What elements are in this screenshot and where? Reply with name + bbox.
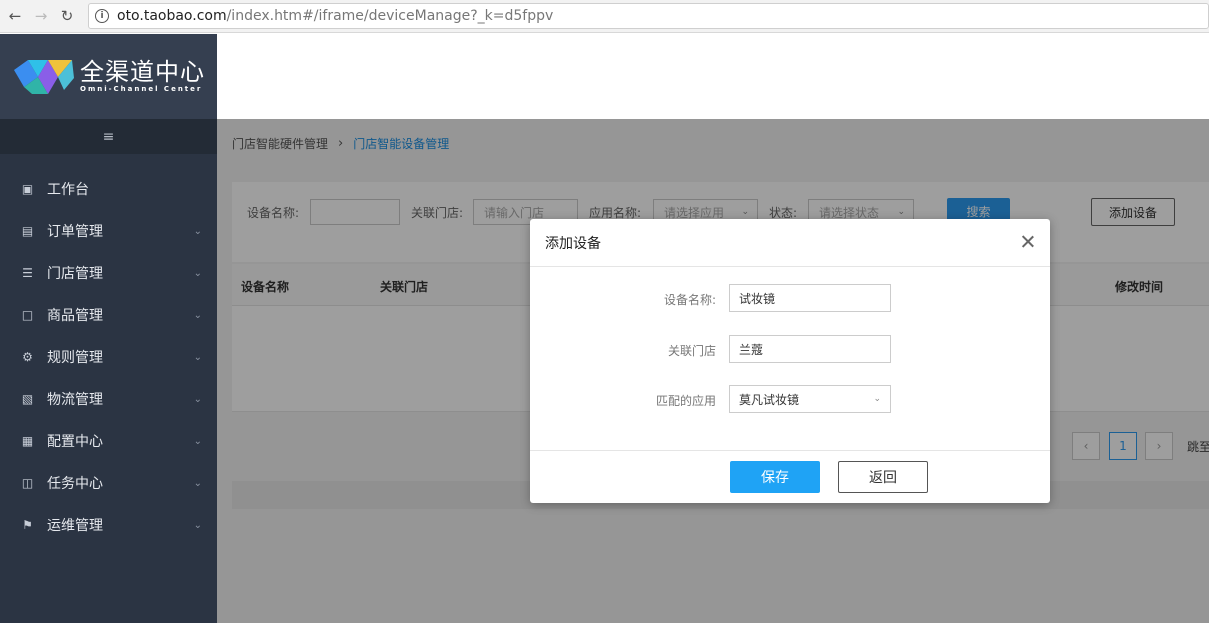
sidebar-item-label: 商品管理 (47, 308, 103, 324)
top-header (217, 34, 1209, 119)
task-icon: ◫ (21, 476, 34, 490)
rule-icon: ⚙ (22, 350, 33, 364)
close-icon[interactable] (1021, 235, 1034, 248)
menu-collapse-icon[interactable]: ≡ (0, 119, 217, 154)
sidebar-item-ops[interactable]: ⚑ 运维管理 ⌄ (0, 504, 217, 546)
address-bar[interactable]: i oto.taobao.com/index.htm#/iframe/devic… (88, 3, 1209, 29)
chevron-down-icon: ⌄ (193, 309, 202, 321)
chevron-down-icon: ⌄ (193, 267, 202, 279)
sidebar-item-label: 规则管理 (47, 350, 103, 366)
url-host: oto.taobao.com (117, 8, 227, 24)
desktop-icon: ▣ (21, 182, 34, 196)
store-field-label: 关联门店 (667, 344, 716, 358)
chevron-down-icon: ⌄ (193, 477, 202, 489)
chevron-down-icon: ⌄ (193, 351, 202, 363)
arrow-left-icon[interactable]: ← (4, 5, 26, 27)
sidebar-item-logistics[interactable]: ▧ 物流管理 ⌄ (0, 378, 217, 420)
sidebar-item-label: 工作台 (47, 182, 89, 198)
config-icon: ▦ (21, 434, 34, 448)
form-row-device-name: 设备名称: 试妆镜 (530, 284, 1050, 312)
truck-icon: ▧ (21, 392, 34, 406)
sidebar-item-config[interactable]: ▦ 配置中心 ⌄ (0, 420, 217, 462)
logo[interactable]: 全渠道中心 Omni-Channel Center (0, 34, 217, 119)
dialog-header: 添加设备 (530, 219, 1050, 267)
sidebar-item-stores[interactable]: ☰ 门店管理 ⌄ (0, 252, 217, 294)
logo-icon (14, 59, 74, 94)
form-row-app: 匹配的应用 莫凡试妆镜 ⌄ (530, 385, 1050, 413)
sidebar-item-label: 配置中心 (47, 434, 103, 450)
url-path: /index.htm#/iframe/deviceManage?_k=d5fpp… (226, 8, 554, 24)
list-icon: ☰ (22, 266, 33, 280)
sidebar-menu: ▣ 工作台 ▤ 订单管理 ⌄ ☰ 门店管理 ⌄ □ 商品管理 ⌄ ⚙ 规则管理 … (0, 154, 217, 546)
chevron-down-icon: ⌄ (193, 435, 202, 447)
logo-title: 全渠道中心 (80, 58, 205, 86)
device-name-field[interactable]: 试妆镜 (729, 284, 891, 312)
browser-toolbar: ← → ↻ i oto.taobao.com/index.htm#/iframe… (0, 0, 1209, 33)
app-field-label: 匹配的应用 (655, 394, 716, 408)
sidebar-item-label: 订单管理 (47, 224, 103, 240)
sidebar-item-tasks[interactable]: ◫ 任务中心 ⌄ (0, 462, 217, 504)
logo-subtitle: Omni-Channel Center (80, 85, 203, 93)
sidebar-item-label: 任务中心 (47, 476, 103, 492)
chevron-down-icon: ⌄ (873, 394, 881, 404)
arrow-right-icon[interactable]: → (30, 5, 52, 27)
save-button[interactable]: 保存 (730, 461, 820, 493)
store-field[interactable]: 兰蔻 (729, 335, 891, 363)
sidebar-item-orders[interactable]: ▤ 订单管理 ⌄ (0, 210, 217, 252)
ops-icon: ⚑ (22, 518, 33, 532)
sidebar-item-label: 门店管理 (47, 266, 103, 282)
reload-icon[interactable]: ↻ (56, 5, 78, 27)
chevron-down-icon: ⌄ (193, 225, 202, 237)
chevron-down-icon: ⌄ (193, 393, 202, 405)
add-device-dialog: 添加设备 设备名称: 试妆镜 关联门店 兰蔻 匹配的应用 莫凡试妆镜 ⌄ 保存 … (530, 219, 1050, 503)
dialog-title: 添加设备 (545, 235, 601, 252)
sidebar: 全渠道中心 Omni-Channel Center ≡ ▣ 工作台 ▤ 订单管理… (0, 34, 217, 623)
sidebar-item-label: 运维管理 (47, 518, 103, 534)
back-button[interactable]: 返回 (838, 461, 928, 493)
app-field-select[interactable]: 莫凡试妆镜 ⌄ (729, 385, 891, 413)
form-row-store: 关联门店 兰蔻 (530, 335, 1050, 363)
sidebar-item-products[interactable]: □ 商品管理 ⌄ (0, 294, 217, 336)
order-icon: ▤ (21, 224, 34, 238)
sidebar-item-label: 物流管理 (47, 392, 103, 408)
sidebar-item-rules[interactable]: ⚙ 规则管理 ⌄ (0, 336, 217, 378)
device-name-field-label: 设备名称: (663, 293, 716, 307)
bag-icon: □ (21, 308, 34, 322)
sidebar-item-workbench[interactable]: ▣ 工作台 (0, 168, 217, 210)
dialog-footer: 保存 返回 (530, 450, 1050, 503)
chevron-down-icon: ⌄ (193, 519, 202, 531)
info-icon[interactable]: i (95, 9, 109, 23)
app-field-value: 莫凡试妆镜 (739, 392, 800, 407)
